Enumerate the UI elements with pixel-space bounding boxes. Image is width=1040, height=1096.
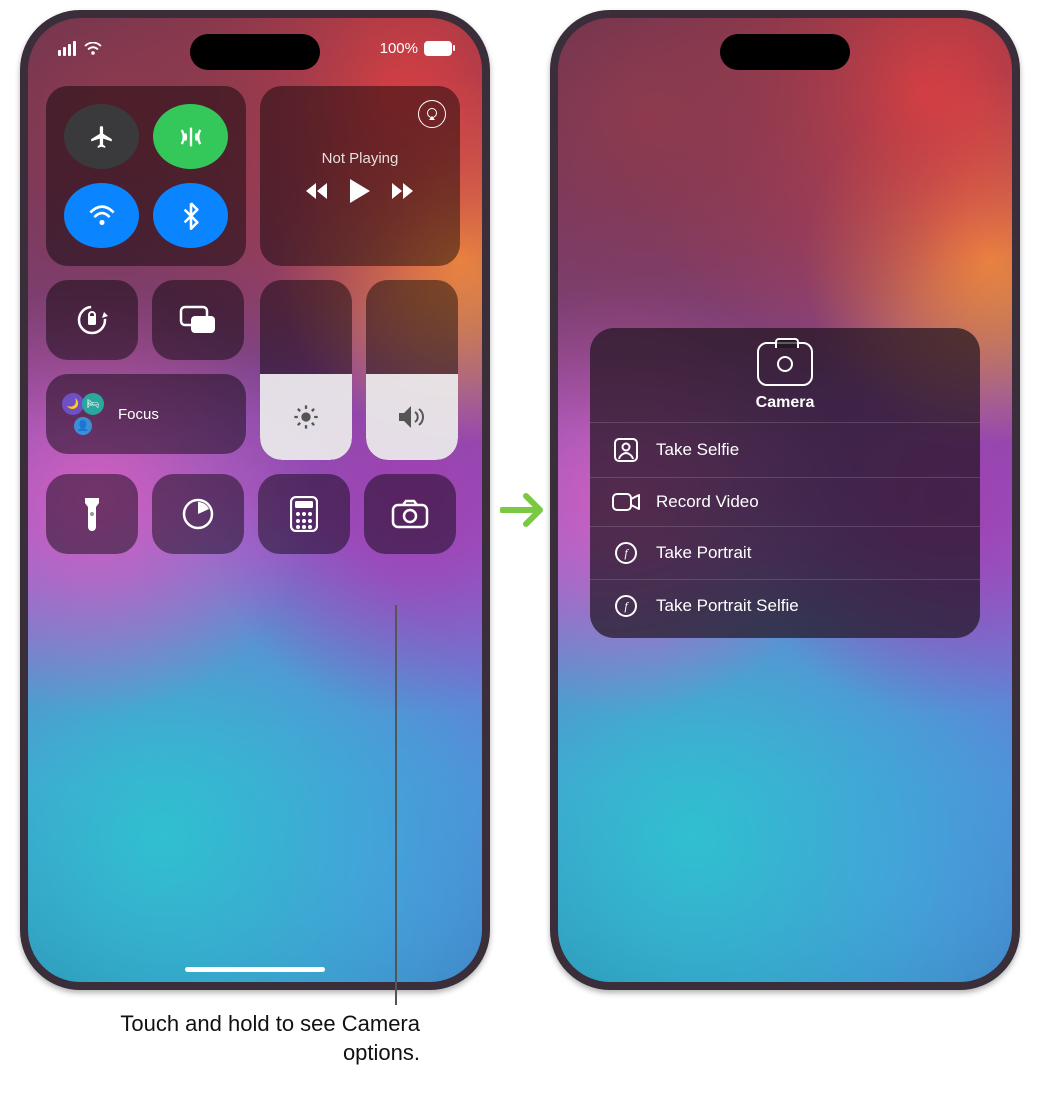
- airplay-icon[interactable]: [418, 100, 446, 128]
- selfie-icon: [612, 437, 640, 463]
- camera-action-portrait[interactable]: f Take Portrait: [590, 526, 980, 579]
- wifi-button[interactable]: [64, 183, 139, 248]
- cellular-signal-icon: [58, 41, 76, 56]
- dynamic-island: [190, 34, 320, 70]
- calculator-button[interactable]: [258, 474, 350, 554]
- camera-action-video[interactable]: Record Video: [590, 477, 980, 526]
- camera-button[interactable]: [364, 474, 456, 554]
- home-indicator[interactable]: [185, 967, 325, 972]
- svg-text:f: f: [624, 546, 629, 560]
- battery-icon: [424, 41, 452, 56]
- do-not-disturb-icon: 🌙: [62, 393, 84, 415]
- orientation-lock-button[interactable]: [46, 280, 138, 360]
- camera-icon[interactable]: [757, 342, 813, 386]
- phone-camera-menu: Camera Take Selfie Record Video f Take P…: [550, 10, 1020, 990]
- volume-slider[interactable]: [366, 280, 458, 460]
- brightness-icon: [292, 403, 320, 431]
- transition-arrow-icon: [500, 490, 546, 530]
- callout-caption: Touch and hold to see Camera options.: [60, 1010, 420, 1067]
- personal-focus-icon: 👤: [74, 417, 92, 435]
- focus-button[interactable]: 🌙 🛏 👤 Focus: [46, 374, 246, 454]
- screen-mirroring-button[interactable]: [152, 280, 244, 360]
- media-controls[interactable]: Not Playing: [260, 86, 460, 266]
- callout-line: [395, 605, 397, 1005]
- camera-quick-actions-menu: Camera Take Selfie Record Video f Take P…: [590, 328, 980, 638]
- brightness-slider[interactable]: [260, 280, 352, 460]
- dynamic-island: [720, 34, 850, 70]
- timer-button[interactable]: [152, 474, 244, 554]
- video-icon: [612, 492, 640, 512]
- sleep-focus-icon: 🛏: [82, 393, 104, 415]
- connectivity-group[interactable]: [46, 86, 246, 266]
- battery-percent: 100%: [380, 40, 418, 57]
- phone-control-center: 100%: [20, 10, 490, 990]
- portrait-icon: f: [612, 541, 640, 565]
- camera-action-label: Take Portrait: [656, 543, 751, 563]
- camera-action-portrait-selfie[interactable]: f Take Portrait Selfie: [590, 579, 980, 632]
- svg-text:f: f: [624, 599, 629, 613]
- cellular-data-button[interactable]: [153, 104, 228, 169]
- camera-menu-title: Camera: [756, 394, 815, 412]
- camera-action-selfie[interactable]: Take Selfie: [590, 422, 980, 477]
- flashlight-button[interactable]: [46, 474, 138, 554]
- camera-action-label: Record Video: [656, 492, 759, 512]
- camera-action-label: Take Selfie: [656, 440, 739, 460]
- next-track-button[interactable]: [392, 182, 414, 200]
- wifi-status-icon: [84, 42, 102, 56]
- previous-track-button[interactable]: [306, 182, 328, 200]
- focus-icons: 🌙 🛏 👤: [62, 393, 104, 435]
- bluetooth-button[interactable]: [153, 183, 228, 248]
- media-status: Not Playing: [322, 150, 399, 167]
- focus-label: Focus: [118, 406, 159, 423]
- play-button[interactable]: [350, 179, 370, 203]
- portrait-selfie-icon: f: [612, 594, 640, 618]
- volume-icon: [397, 404, 427, 430]
- camera-action-label: Take Portrait Selfie: [656, 596, 799, 616]
- airplane-mode-button[interactable]: [64, 104, 139, 169]
